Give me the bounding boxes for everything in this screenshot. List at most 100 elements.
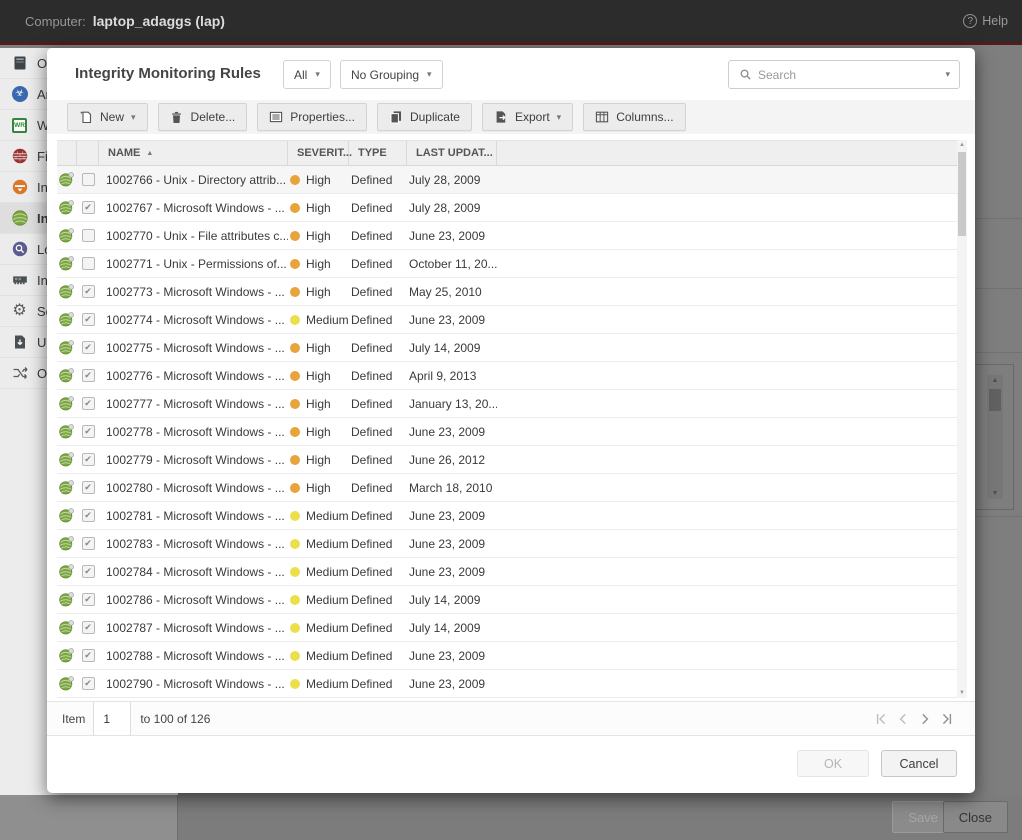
rule-checkbox[interactable]: ✔	[82, 313, 95, 326]
rule-checkbox[interactable]: ✔	[82, 369, 95, 382]
search-box[interactable]: ▾	[728, 60, 960, 89]
ok-button[interactable]: OK	[797, 750, 869, 777]
rule-checkbox[interactable]: ✔	[82, 285, 95, 298]
column-header-name[interactable]: NAME▲	[99, 141, 288, 165]
rule-last-updated: January 13, 20...	[407, 390, 497, 417]
pagination-nav	[875, 713, 953, 725]
severity-dot-icon	[290, 175, 300, 185]
table-row[interactable]: ✔1002787 - Microsoft Windows - ...Medium…	[57, 614, 957, 642]
table-row[interactable]: 1002766 - Unix - Directory attrib...High…	[57, 166, 957, 194]
integrity-rule-icon	[57, 194, 77, 221]
table-row[interactable]: ✔1002774 - Microsoft Windows - ...Medium…	[57, 306, 957, 334]
table-row[interactable]: ✔1002788 - Microsoft Windows - ...Medium…	[57, 642, 957, 670]
search-input[interactable]	[758, 68, 939, 82]
table-row[interactable]: ✔ 1002786 - Microsoft Windows - ... Medium…	[57, 586, 957, 614]
new-button[interactable]: New▾	[67, 103, 148, 131]
help-button[interactable]: ? Help	[963, 14, 1008, 28]
table-row[interactable]: ✔1002781 - Microsoft Windows - ...Medium…	[57, 502, 957, 530]
first-page-button[interactable]	[875, 713, 887, 725]
rule-checkbox[interactable]: ✔	[82, 509, 95, 522]
severity-label: High	[306, 285, 331, 299]
rule-checkbox[interactable]: ✔	[82, 537, 95, 550]
table-row[interactable]: ✔1002784 - Microsoft Windows - ...Medium…	[57, 558, 957, 586]
table-row[interactable]: ✔1002776 - Microsoft Windows - ...HighDe…	[57, 362, 957, 390]
rule-checkbox[interactable]: ✔	[82, 341, 95, 354]
help-icon: ?	[963, 14, 977, 28]
scroll-down-icon[interactable]: ▼	[957, 688, 967, 698]
integrity-rule-icon	[57, 558, 77, 585]
rule-severity: High	[288, 222, 349, 249]
rule-last-updated: October 11, 20...	[407, 250, 497, 277]
rule-checkbox[interactable]: ✔	[82, 649, 95, 662]
next-page-button[interactable]	[919, 713, 931, 725]
rule-last-updated: June 23, 2009	[407, 558, 497, 585]
rule-checkbox[interactable]: ✔	[82, 593, 95, 606]
export-button[interactable]: Export▾	[482, 103, 573, 131]
last-page-button[interactable]	[941, 713, 953, 725]
column-header-label: TYPE	[358, 147, 387, 159]
table-row[interactable]: ✔1002775 - Microsoft Windows - ...HighDe…	[57, 334, 957, 362]
table-row[interactable]: ✔1002777 - Microsoft Windows - ...HighDe…	[57, 390, 957, 418]
table-row[interactable]: ✔1002778 - Microsoft Windows - ...HighDe…	[57, 418, 957, 446]
columns-button[interactable]: Columns...	[583, 103, 685, 131]
rule-checkbox-cell	[77, 222, 99, 249]
rule-last-updated: July 28, 2009	[407, 166, 497, 193]
toolbar-button-label: Export	[515, 110, 550, 124]
table-row[interactable]: 1002770 - Unix - File attributes c...Hig…	[57, 222, 957, 250]
new-doc-icon	[79, 110, 93, 124]
scroll-up-icon[interactable]: ▲	[957, 140, 967, 150]
rule-type: Defined	[349, 586, 407, 613]
rule-checkbox[interactable]: ✔	[82, 565, 95, 578]
close-button[interactable]: Close	[943, 801, 1008, 833]
duplicate-button[interactable]: Duplicate	[377, 103, 472, 131]
table-row[interactable]: ✔1002767 - Microsoft Windows - ...HighDe…	[57, 194, 957, 222]
delete-button[interactable]: Delete...	[158, 103, 248, 131]
rule-last-updated: June 23, 2009	[407, 530, 497, 557]
properties-button[interactable]: Properties...	[257, 103, 367, 131]
table-row[interactable]: ✔1002790 - Microsoft Windows - ...Medium…	[57, 670, 957, 698]
firewall-icon	[11, 148, 28, 165]
rule-checkbox-cell: ✔	[77, 446, 99, 473]
column-header-lastupdat[interactable]: LAST UPDAT...	[407, 141, 497, 165]
rule-last-updated: May 25, 2010	[407, 278, 497, 305]
rule-checkbox[interactable]: ✔	[82, 453, 95, 466]
toolbar-button-label: Delete...	[191, 110, 236, 124]
settings-icon: ⚙	[11, 303, 28, 320]
rule-checkbox[interactable]	[82, 173, 95, 186]
table-row[interactable]: ✔1002779 - Microsoft Windows - ...HighDe…	[57, 446, 957, 474]
dim-scroll-thumb	[989, 389, 1001, 411]
table-row[interactable]: ✔1002780 - Microsoft Windows - ...HighDe…	[57, 474, 957, 502]
rule-checkbox[interactable]: ✔	[82, 481, 95, 494]
vertical-scrollbar[interactable]: ▲ ▼	[957, 140, 967, 698]
chevron-down-icon[interactable]: ▾	[945, 69, 950, 80]
rule-checkbox[interactable]: ✔	[82, 201, 95, 214]
rule-checkbox[interactable]: ✔	[82, 677, 95, 690]
severity-label: Medium	[306, 593, 349, 607]
severity-dot-icon	[290, 315, 300, 325]
rule-checkbox[interactable]	[82, 257, 95, 270]
rule-checkbox[interactable]	[82, 229, 95, 242]
column-header-type[interactable]: TYPE	[349, 141, 407, 165]
rule-checkbox[interactable]: ✔	[82, 621, 95, 634]
severity-label: High	[306, 453, 331, 467]
table-row[interactable]: 1002771 - Unix - Permissions of...HighDe…	[57, 250, 957, 278]
table-row[interactable]: ✔1002783 - Microsoft Windows - ...Medium…	[57, 530, 957, 558]
scroll-thumb[interactable]	[958, 152, 966, 236]
page-input[interactable]	[93, 702, 131, 735]
rule-type: Defined	[349, 642, 407, 669]
cancel-button[interactable]: Cancel	[881, 750, 957, 777]
rule-checkbox[interactable]: ✔	[82, 397, 95, 410]
rule-name: 1002786 - Microsoft Windows - ...	[99, 586, 288, 613]
table-row[interactable]: ✔1002773 - Microsoft Windows - ...HighDe…	[57, 278, 957, 306]
prev-page-button[interactable]	[897, 713, 909, 725]
grouping-dropdown[interactable]: No Grouping ▾	[340, 60, 443, 89]
filter-dropdown[interactable]: All ▾	[283, 60, 331, 89]
column-header-severit[interactable]: SEVERIT...	[288, 141, 349, 165]
rule-checkbox-cell: ✔	[77, 670, 99, 697]
rule-checkbox-cell: ✔	[77, 390, 99, 417]
integrity-rule-icon	[57, 446, 77, 473]
severity-dot-icon	[290, 595, 300, 605]
rule-checkbox-cell	[77, 250, 99, 277]
titlebar: Computer: laptop_adaggs (lap) ? Help	[0, 0, 1022, 45]
rule-checkbox[interactable]: ✔	[82, 425, 95, 438]
